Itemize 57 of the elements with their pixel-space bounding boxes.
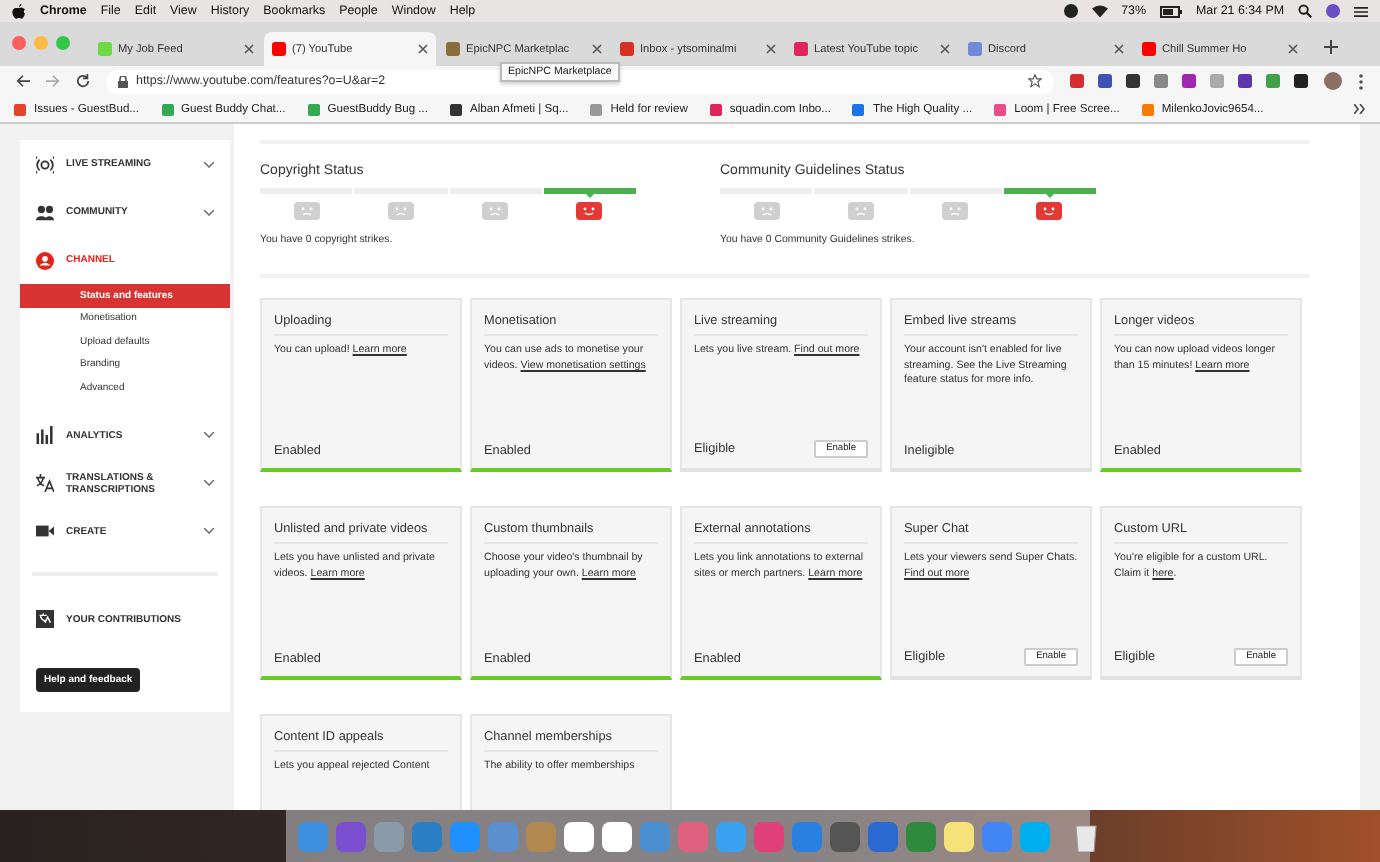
wifi-icon[interactable] [1091, 4, 1108, 18]
apple-icon[interactable] [12, 3, 26, 19]
bookmark-favicon-icon [852, 103, 865, 115]
close-icon[interactable] [1288, 44, 1298, 54]
close-window-icon[interactable] [12, 36, 26, 50]
bookmark-favicon-icon [994, 103, 1007, 115]
bookmark-favicon-icon [307, 103, 320, 115]
chevron-icon [204, 209, 214, 215]
chevron-icon [204, 480, 214, 486]
favicon-icon [446, 42, 460, 56]
close-icon[interactable] [244, 44, 254, 54]
section-icon [36, 251, 54, 269]
bookmark-favicon-icon [590, 103, 603, 115]
siri-icon[interactable] [1326, 4, 1340, 18]
chevron-icon [204, 432, 214, 438]
chevron-icon [204, 528, 214, 534]
app-icon[interactable] [944, 821, 974, 851]
app-icon[interactable] [564, 821, 594, 851]
bookmark-favicon-icon [709, 103, 722, 115]
new-tab-icon[interactable] [1324, 40, 1338, 54]
chevron-icon [204, 161, 214, 167]
close-icon[interactable] [766, 44, 776, 54]
back-icon[interactable] [16, 74, 30, 88]
bookmark-favicon-icon [14, 103, 26, 115]
battery-icon[interactable] [1159, 5, 1182, 17]
favicon-icon [272, 42, 286, 56]
close-icon[interactable] [1114, 44, 1124, 54]
contributions-icon [36, 610, 54, 628]
bookmark-favicon-icon [1141, 103, 1154, 115]
maximize-window-icon[interactable] [56, 36, 70, 50]
list-icon[interactable] [1354, 5, 1368, 17]
section-icon [36, 203, 54, 221]
section-icon [36, 155, 54, 173]
star-icon[interactable] [1028, 74, 1042, 88]
chevron-icon[interactable] [1354, 104, 1366, 114]
forward-icon[interactable] [46, 74, 60, 88]
section-icon [36, 522, 54, 540]
avatar-icon[interactable] [1324, 72, 1342, 90]
search-icon[interactable] [1298, 4, 1312, 18]
app-icon[interactable] [602, 821, 632, 851]
close-icon[interactable] [940, 44, 950, 54]
bookmark-favicon-icon [450, 103, 463, 115]
bookmark-favicon-icon [161, 103, 174, 115]
section-icon [36, 474, 54, 492]
favicon-icon [620, 42, 634, 56]
favicon-icon [794, 42, 808, 56]
menu-icon[interactable] [1358, 73, 1364, 89]
close-icon[interactable] [418, 44, 428, 54]
reload-icon[interactable] [76, 74, 90, 88]
app-icon[interactable] [830, 821, 860, 851]
favicon-icon [98, 42, 112, 56]
lock-icon [118, 75, 128, 87]
favicon-icon [968, 42, 982, 56]
section-icon [36, 426, 54, 444]
close-icon[interactable] [592, 44, 602, 54]
trash-icon[interactable] [1074, 821, 1098, 851]
favicon-icon [1142, 42, 1156, 56]
